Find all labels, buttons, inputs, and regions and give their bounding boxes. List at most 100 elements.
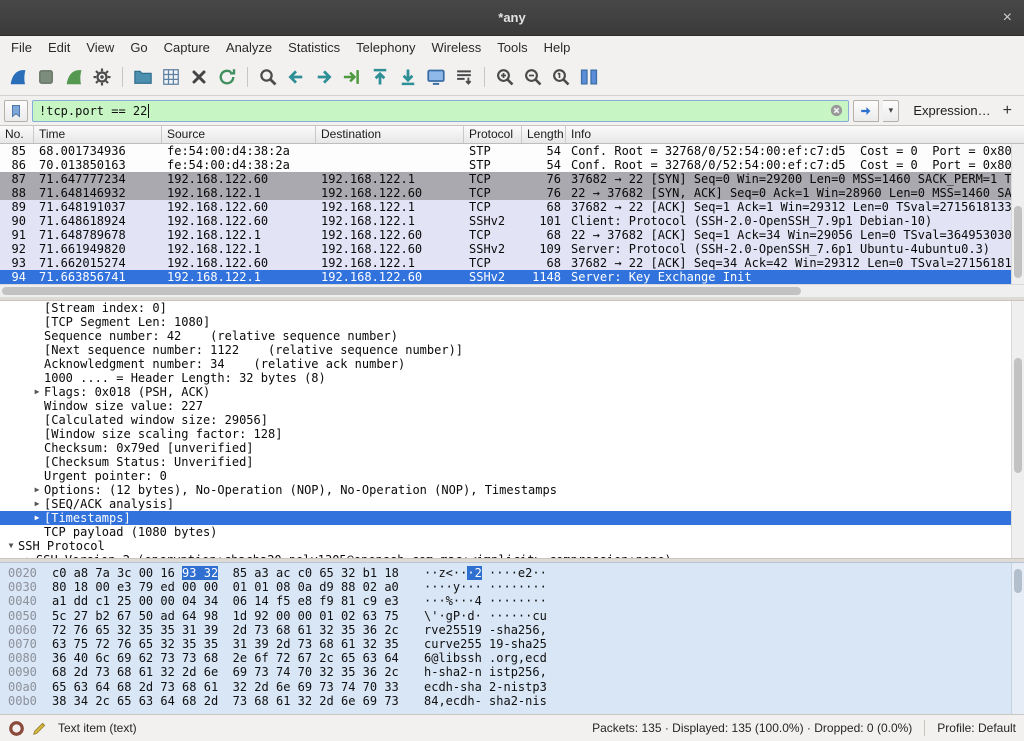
expander-icon[interactable] <box>30 343 44 357</box>
restart-capture-icon[interactable] <box>61 64 87 90</box>
zoom-out-icon[interactable] <box>520 64 546 90</box>
hex-row[interactable]: 0060 72 76 65 32 35 35 31 39 2d 73 68 61… <box>0 623 1024 637</box>
menu-item[interactable]: Go <box>122 38 155 57</box>
zoom-original-icon[interactable] <box>548 64 574 90</box>
detail-row[interactable]: Urgent pointer: 0 <box>0 469 1011 483</box>
detail-row[interactable]: Checksum: 0x79ed [unverified] <box>0 441 1011 455</box>
detail-row[interactable]: ▶ Flags: 0x018 (PSH, ACK) <box>0 385 1011 399</box>
reload-file-icon[interactable] <box>214 64 240 90</box>
expression-button[interactable]: Expression… <box>903 103 996 118</box>
go-first-icon[interactable] <box>367 64 393 90</box>
go-to-packet-icon[interactable] <box>339 64 365 90</box>
hex-row[interactable]: 00b0 38 34 2c 65 63 64 68 2d 73 68 61 32… <box>0 694 1024 708</box>
details-vertical-scrollbar[interactable] <box>1011 301 1024 558</box>
expander-icon[interactable] <box>30 399 44 413</box>
menu-item[interactable]: View <box>78 38 122 57</box>
detail-row[interactable]: ▶ Options: (12 bytes), No-Operation (NOP… <box>0 483 1011 497</box>
expander-icon[interactable] <box>30 525 44 539</box>
add-filter-button[interactable]: + <box>1001 102 1018 120</box>
packet-row[interactable]: 90 71.648618924 192.168.122.60 192.168.1… <box>0 214 1011 228</box>
go-forward-icon[interactable] <box>311 64 337 90</box>
bytes-vertical-scrollbar[interactable] <box>1011 563 1024 714</box>
packet-row[interactable]: 93 71.662015274 192.168.122.60 192.168.1… <box>0 256 1011 270</box>
column-header[interactable]: Time <box>34 126 162 143</box>
expander-icon[interactable]: ▶ <box>30 385 44 399</box>
zoom-in-icon[interactable] <box>492 64 518 90</box>
go-last-icon[interactable] <box>395 64 421 90</box>
detail-row[interactable]: ▶ [Timestamps] <box>0 511 1011 525</box>
expander-icon[interactable] <box>30 455 44 469</box>
detail-row[interactable]: [TCP Segment Len: 1080] <box>0 315 1011 329</box>
close-icon[interactable]: × <box>1003 9 1012 27</box>
edit-comment-icon[interactable] <box>31 720 48 737</box>
hex-row[interactable]: 0030 80 18 00 e3 79 ed 00 00 01 01 08 0a… <box>0 580 1024 594</box>
colorize-icon[interactable] <box>423 64 449 90</box>
hex-row[interactable]: 0040 a1 dd c1 25 00 00 04 34 06 14 f5 e8… <box>0 594 1024 608</box>
menu-item[interactable]: Tools <box>489 38 535 57</box>
column-header[interactable]: Destination <box>316 126 464 143</box>
expander-icon[interactable]: ▶ <box>30 511 44 525</box>
column-header[interactable]: Source <box>162 126 316 143</box>
expander-icon[interactable] <box>30 371 44 385</box>
packet-row[interactable]: 85 68.001734936 fe:54:00:d4:38:2a STP 54… <box>0 144 1011 158</box>
stop-capture-icon[interactable] <box>33 64 59 90</box>
packet-row[interactable]: 91 71.648789678 192.168.122.1 192.168.12… <box>0 228 1011 242</box>
packet-row[interactable]: 94 71.663856741 192.168.122.1 192.168.12… <box>0 270 1011 284</box>
save-file-icon[interactable] <box>158 64 184 90</box>
expander-icon[interactable]: ▼ <box>4 539 18 553</box>
menu-item[interactable]: File <box>3 38 40 57</box>
column-header[interactable]: Info <box>566 126 1024 143</box>
expander-icon[interactable]: ▶ <box>30 483 44 497</box>
auto-scroll-icon[interactable] <box>451 64 477 90</box>
column-header[interactable]: No. <box>0 126 34 143</box>
detail-row[interactable]: ▶ SSH Version 2 (encryption:chacha20-pol… <box>0 553 1011 558</box>
capture-options-icon[interactable] <box>89 64 115 90</box>
packet-row[interactable]: 86 70.013850163 fe:54:00:d4:38:2a STP 54… <box>0 158 1011 172</box>
expander-icon[interactable] <box>30 441 44 455</box>
expander-icon[interactable] <box>30 329 44 343</box>
hex-row[interactable]: 0020 c0 a8 7a 3c 00 16 93 32 85 a3 ac c0… <box>0 566 1024 580</box>
filter-dropdown-icon[interactable]: ▾ <box>883 100 899 122</box>
hex-row[interactable]: 0050 5c 27 b2 67 50 ad 64 98 1d 92 00 00… <box>0 609 1024 623</box>
detail-row[interactable]: TCP payload (1080 bytes) <box>0 525 1011 539</box>
expander-icon[interactable] <box>30 413 44 427</box>
detail-row[interactable]: [Window size scaling factor: 128] <box>0 427 1011 441</box>
close-file-icon[interactable] <box>186 64 212 90</box>
detail-row[interactable]: Acknowledgment number: 34 (relative ack … <box>0 357 1011 371</box>
hex-row[interactable]: 00a0 65 63 64 68 2d 73 68 61 32 2d 6e 69… <box>0 680 1024 694</box>
detail-row[interactable]: ▼ SSH Protocol <box>0 539 1011 553</box>
column-header[interactable]: Protocol <box>464 126 522 143</box>
expander-icon[interactable] <box>30 469 44 483</box>
column-header[interactable]: Length <box>522 126 566 143</box>
find-packet-icon[interactable] <box>255 64 281 90</box>
expander-icon[interactable] <box>30 427 44 441</box>
bookmark-icon[interactable] <box>4 100 28 122</box>
scrollbar-thumb[interactable] <box>1014 358 1022 474</box>
detail-row[interactable]: 1000 .... = Header Length: 32 bytes (8) <box>0 371 1011 385</box>
packet-row[interactable]: 89 71.648191037 192.168.122.60 192.168.1… <box>0 200 1011 214</box>
profile-label[interactable]: Profile: Default <box>937 721 1016 735</box>
scrollbar-thumb[interactable] <box>1014 206 1022 279</box>
expander-icon[interactable] <box>30 357 44 371</box>
menu-item[interactable]: Analyze <box>218 38 280 57</box>
expander-icon[interactable] <box>30 301 44 315</box>
detail-row[interactable]: ▶ [SEQ/ACK analysis] <box>0 497 1011 511</box>
menu-item[interactable]: Wireless <box>423 38 489 57</box>
open-file-icon[interactable] <box>130 64 156 90</box>
detail-row[interactable]: [Calculated window size: 29056] <box>0 413 1011 427</box>
hex-row[interactable]: 0090 68 2d 73 68 61 32 2d 6e 69 73 74 70… <box>0 665 1024 679</box>
expander-icon[interactable]: ▶ <box>22 553 36 558</box>
packet-list-vertical-scrollbar[interactable] <box>1011 144 1024 284</box>
detail-row[interactable]: Window size value: 227 <box>0 399 1011 413</box>
detail-row[interactable]: [Next sequence number: 1122 (relative se… <box>0 343 1011 357</box>
menu-item[interactable]: Capture <box>156 38 218 57</box>
apply-filter-icon[interactable] <box>853 100 879 122</box>
display-filter-input[interactable]: !tcp.port == 22 <box>32 100 849 122</box>
expander-icon[interactable]: ▶ <box>30 497 44 511</box>
hex-row[interactable]: 0080 36 40 6c 69 62 73 73 68 2e 6f 72 67… <box>0 651 1024 665</box>
clear-filter-icon[interactable] <box>829 103 844 118</box>
hex-row[interactable]: 0070 63 75 72 76 65 32 35 35 31 39 2d 73… <box>0 637 1024 651</box>
menu-item[interactable]: Help <box>536 38 579 57</box>
packet-row[interactable]: 88 71.648146932 192.168.122.1 192.168.12… <box>0 186 1011 200</box>
menu-item[interactable]: Statistics <box>280 38 348 57</box>
